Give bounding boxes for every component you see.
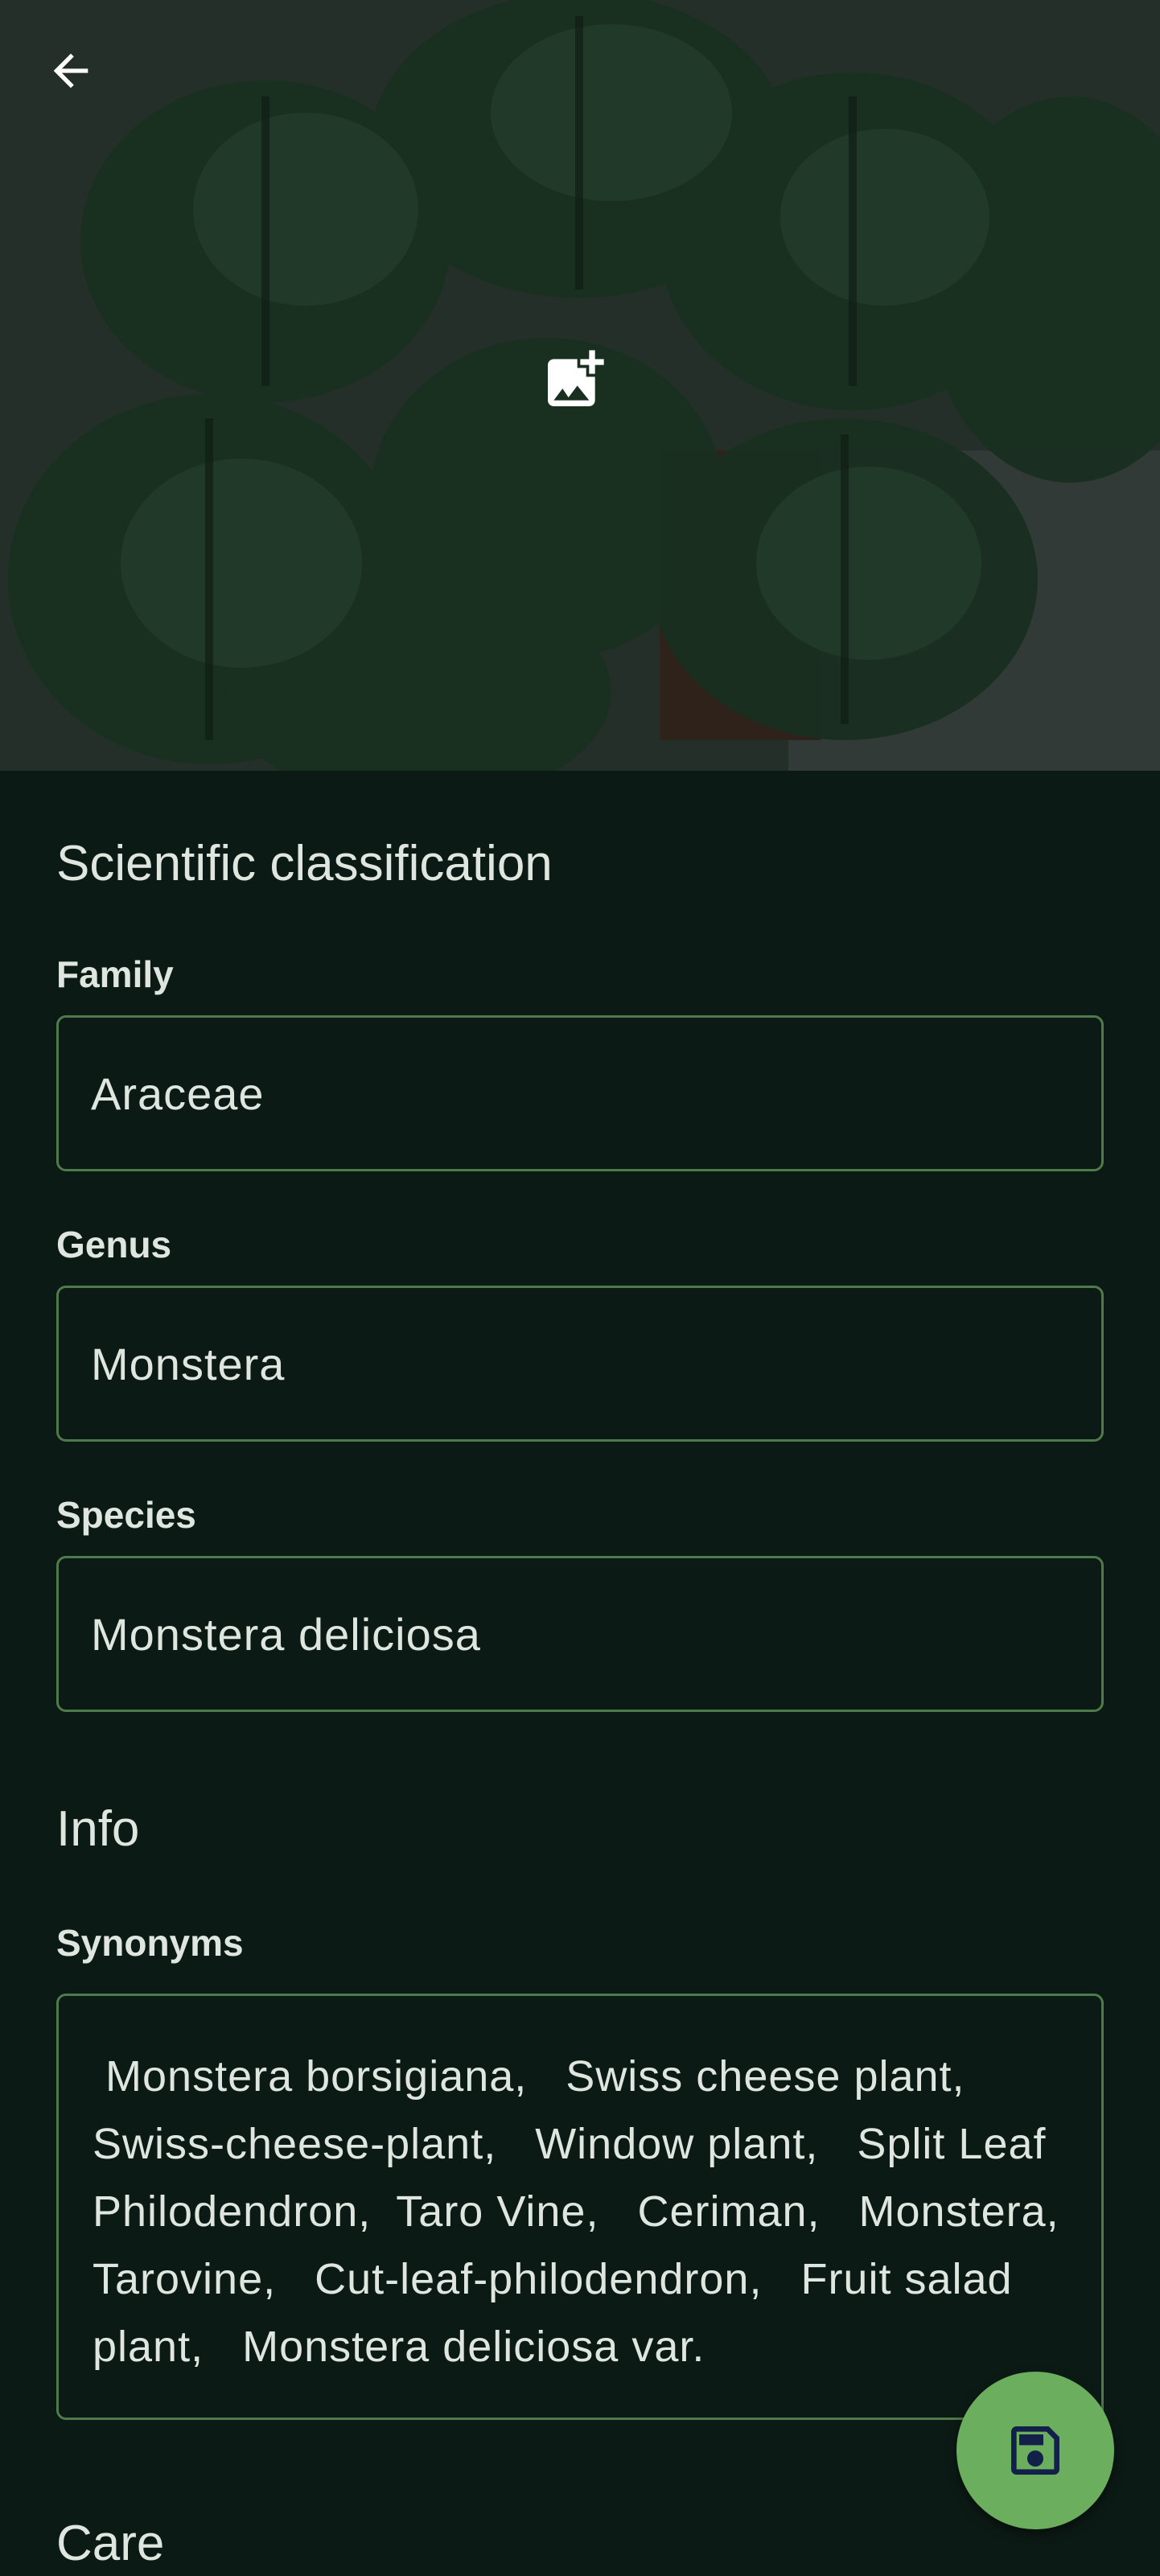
family-value: Araceae <box>91 1068 265 1119</box>
save-button[interactable] <box>956 2372 1114 2529</box>
scientific-classification-title: Scientific classification <box>56 836 553 891</box>
species-value: Monstera deliciosa <box>91 1608 481 1660</box>
synonyms-value: Monstera borsigiana, Swiss cheese plant,… <box>93 2052 1097 2371</box>
synonyms-field[interactable]: Monstera borsigiana, Swiss cheese plant,… <box>56 1994 1104 2420</box>
add-photo-button[interactable] <box>539 344 619 425</box>
genus-label: Genus <box>56 1224 172 1265</box>
family-field[interactable]: Araceae <box>56 1015 1104 1171</box>
care-title: Care <box>56 2516 165 2571</box>
genus-value: Monstera <box>91 1338 286 1389</box>
synonyms-label: Synonyms <box>56 1922 244 1964</box>
plant-photo <box>0 0 1160 771</box>
add-photo-icon <box>548 350 604 406</box>
species-field[interactable]: Monstera deliciosa <box>56 1556 1104 1712</box>
save-icon <box>1011 2426 1059 2475</box>
arrow-left-icon <box>53 53 88 88</box>
back-button[interactable] <box>45 45 113 113</box>
species-label: Species <box>56 1494 196 1536</box>
family-label: Family <box>56 953 174 995</box>
genus-field[interactable]: Monstera <box>56 1286 1104 1442</box>
info-title: Info <box>56 1801 140 1857</box>
